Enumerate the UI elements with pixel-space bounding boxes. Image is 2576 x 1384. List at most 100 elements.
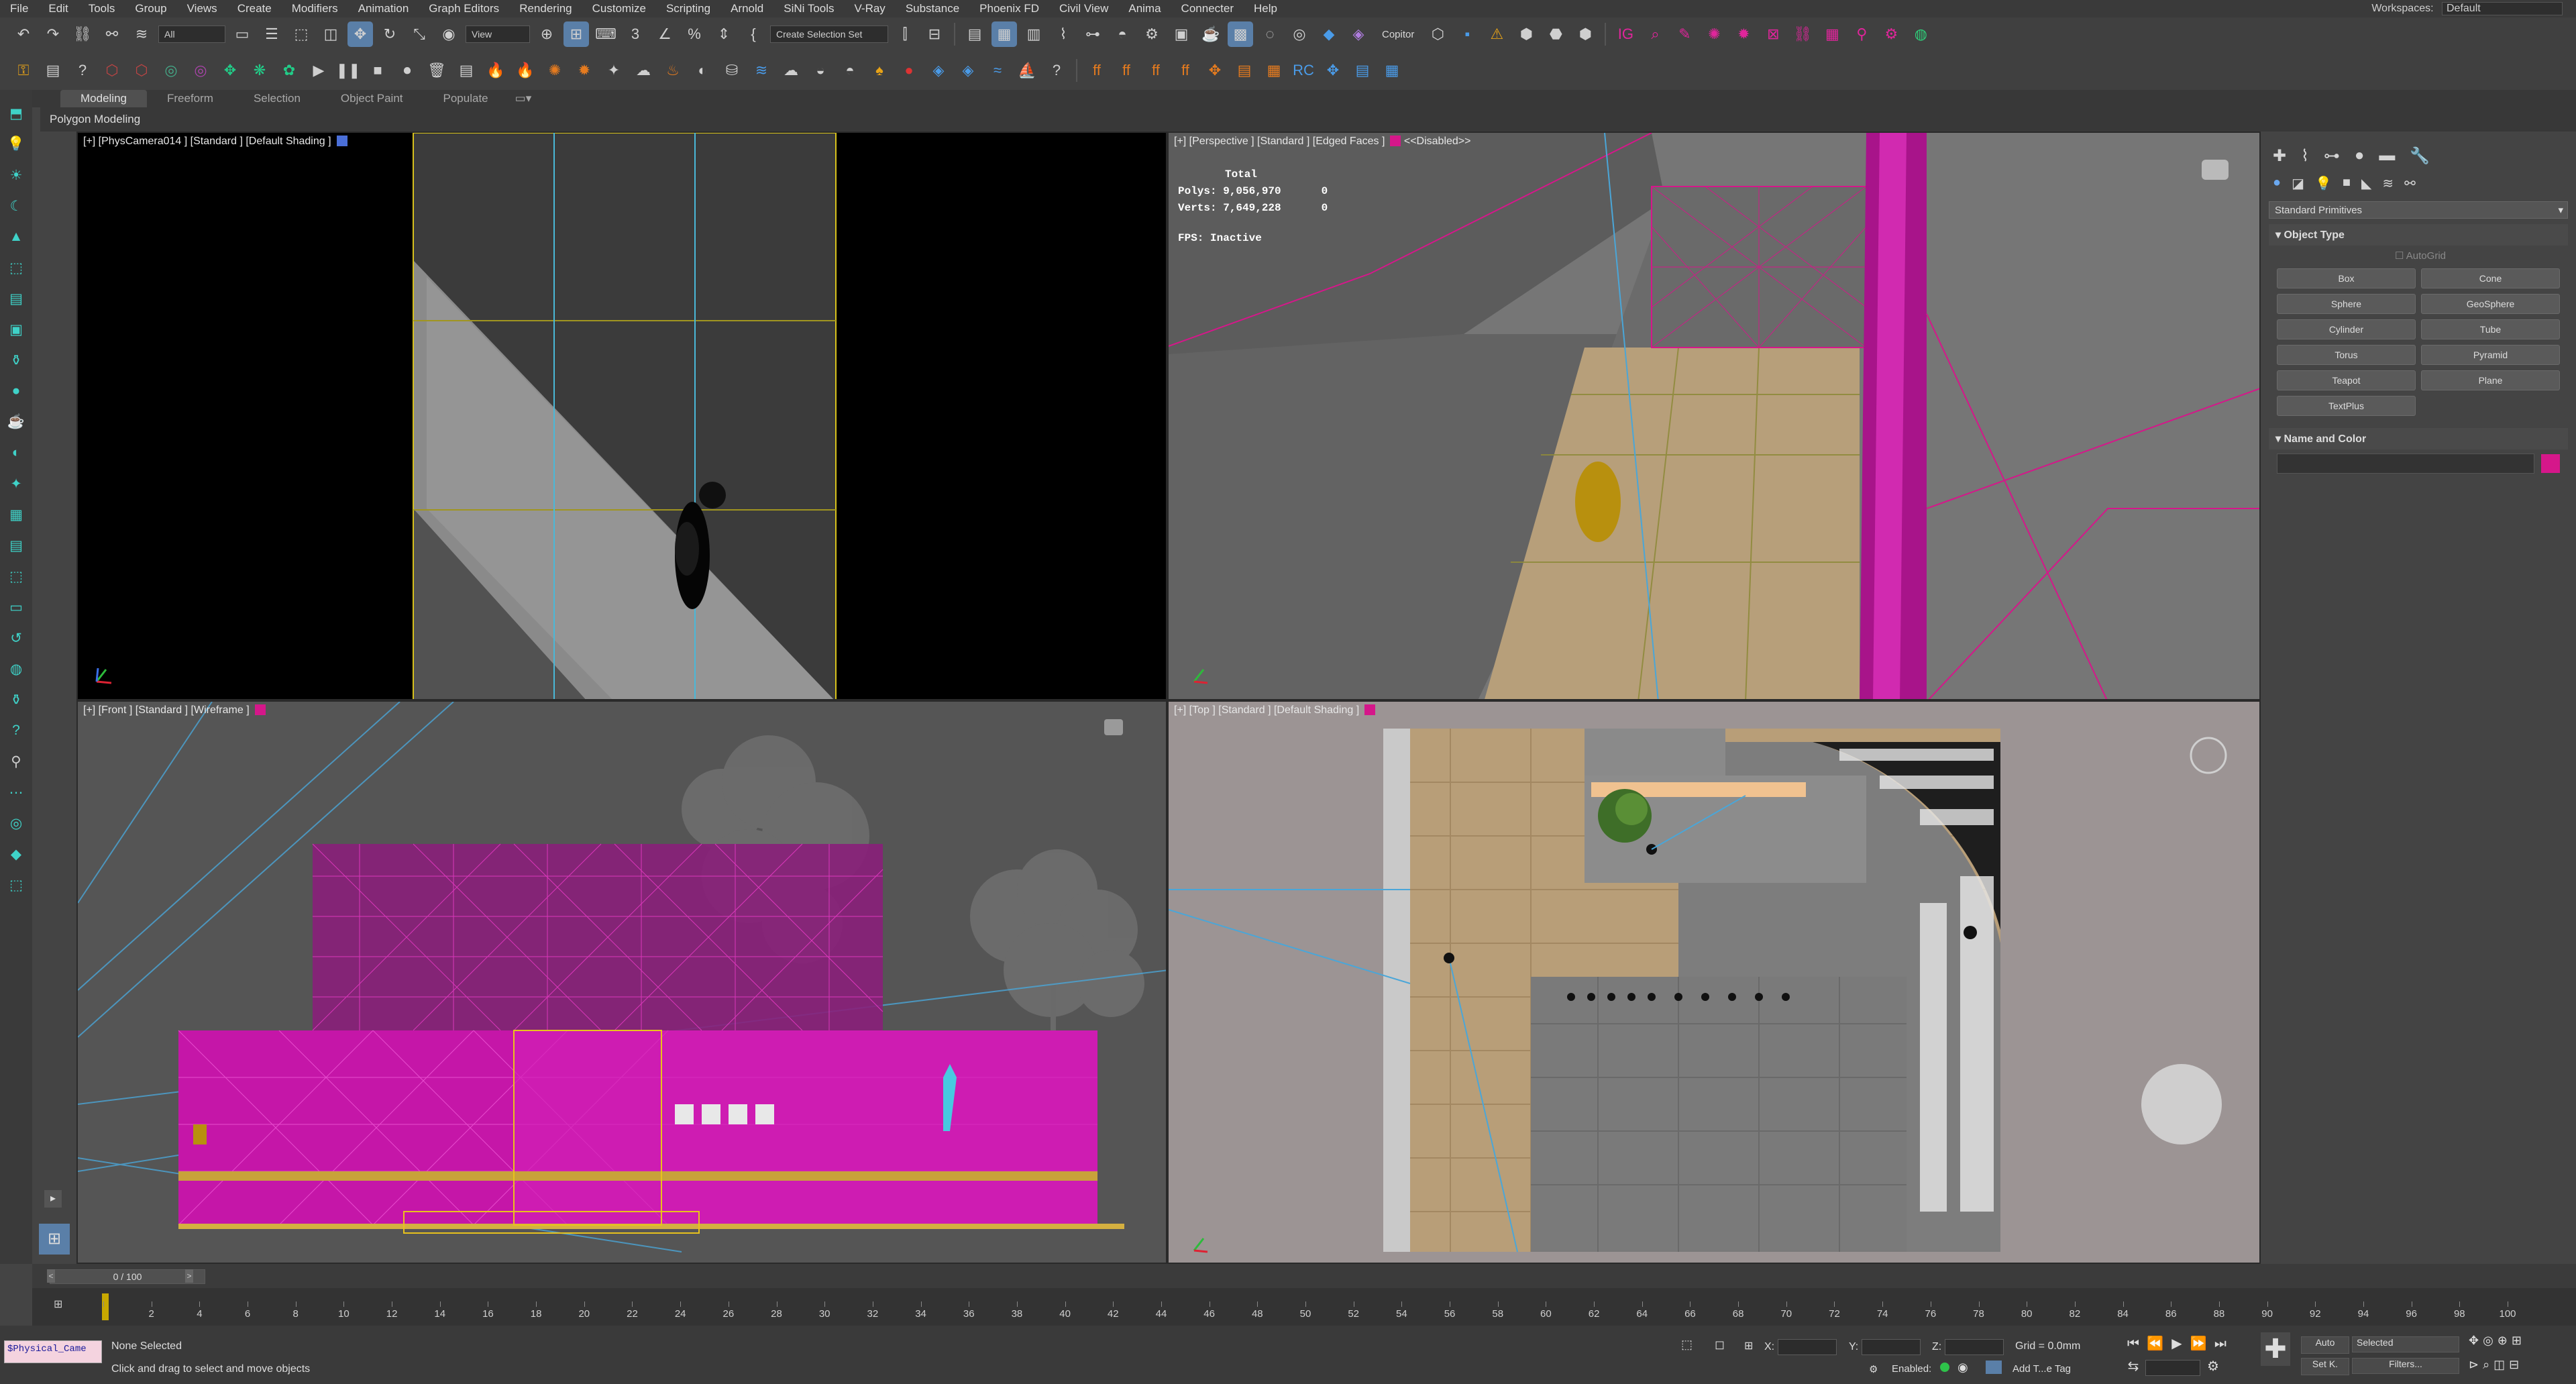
add-time-tag[interactable]: Add T...e Tag [2012, 1363, 2071, 1375]
ig-gear-icon[interactable]: ✹ [1731, 21, 1756, 47]
drop-2-icon[interactable]: ◈ [955, 58, 981, 83]
loop-icon[interactable]: ↺ [4, 625, 28, 651]
render-active-icon[interactable]: ▩ [1228, 21, 1253, 47]
track-bar[interactable]: ⊞ 2 4 6 8 10 12 14 16 18 20 22 24 26 28 30 32 34 36 38 40 42… [32, 1288, 2576, 1326]
ig-link-icon[interactable]: ⛓ [1790, 21, 1815, 47]
undo-icon[interactable]: ↶ [11, 21, 36, 47]
pivot-center-icon[interactable]: ⊕ [534, 21, 559, 47]
rc-grid-icon[interactable]: ▦ [1379, 58, 1405, 83]
red-dot-icon[interactable]: ● [896, 58, 922, 83]
grid-icon[interactable]: ▦ [4, 502, 28, 527]
render-setup-icon[interactable]: ⚙ [1139, 21, 1165, 47]
toggle-ribbon-icon[interactable]: ▥ [1021, 21, 1046, 47]
copitor-copy-icon[interactable]: ⬡ [1425, 21, 1450, 47]
bottle-2-icon[interactable]: ⚱ [4, 687, 28, 712]
menu-tools[interactable]: Tools [78, 2, 125, 15]
time-slider[interactable]: 0 / 100 [50, 1269, 205, 1284]
menu-help[interactable]: Help [1244, 2, 1287, 15]
torch-icon[interactable]: ♠ [867, 58, 892, 83]
ig-scatter-icon[interactable]: ✺ [1701, 21, 1727, 47]
display-tab-icon[interactable]: ▬ [2379, 146, 2395, 166]
pin-icon[interactable]: ⚲ [4, 749, 28, 774]
rc-list-icon[interactable]: ▤ [1350, 58, 1375, 83]
diamond-icon[interactable]: ◆ [4, 841, 28, 867]
grass-icon[interactable]: ❋ [247, 58, 272, 83]
menu-substance[interactable]: Substance [896, 2, 969, 15]
save-icon[interactable]: ▣ [4, 317, 28, 342]
ig-search-icon[interactable]: ⌕ [1642, 21, 1668, 47]
viewport-top[interactable]: [+] [Top ] [Standard ] [Default Shading … [1167, 700, 2261, 1264]
workspace-dropdown[interactable]: Default [2442, 2, 2563, 15]
tab-object-paint[interactable]: Object Paint [321, 90, 423, 107]
teapot-icon[interactable]: ☕ [4, 409, 28, 435]
modify-tab-icon[interactable]: ⌇ [2301, 146, 2309, 166]
utilities-tab-icon[interactable]: 🔧 [2410, 146, 2430, 166]
polygon-modeling-label[interactable]: Polygon Modeling [50, 113, 140, 126]
hex-tool-3-icon[interactable]: ⬢ [1572, 21, 1598, 47]
light-icon[interactable]: 💡 [4, 131, 28, 157]
copitor-paste-icon[interactable]: ▪ [1454, 21, 1480, 47]
render-production-icon[interactable]: ☕ [1198, 21, 1224, 47]
flame-icon[interactable]: ♨ [660, 58, 686, 83]
ig-frame-icon[interactable]: ⊠ [1760, 21, 1786, 47]
object-type-rollout[interactable]: ▾ Object Type [2269, 224, 2568, 246]
sphere-icon[interactable]: ◐ [690, 58, 715, 83]
viewport-perspective[interactable]: [+] [Perspective ] [Standard ] [Edged Fa… [1167, 131, 2261, 700]
moon-icon[interactable]: ☾ [4, 193, 28, 219]
vray-icon[interactable]: ◆ [1316, 21, 1342, 47]
render-cloud-icon[interactable]: ◎ [1287, 21, 1312, 47]
menu-create[interactable]: Create [227, 2, 282, 15]
fire-icon[interactable]: 🔥 [483, 58, 508, 83]
ff-2-icon[interactable]: ff [1114, 58, 1139, 83]
window-crossing-icon[interactable]: ◫ [318, 21, 343, 47]
y-field[interactable] [1861, 1339, 1921, 1355]
play-animation-icon[interactable]: ▶ [2167, 1335, 2186, 1352]
trash-icon[interactable]: 🗑 [424, 58, 449, 83]
hierarchy-tab-icon[interactable]: ⊶ [2324, 146, 2340, 166]
autogrid-checkbox[interactable]: ☐ AutoGrid [2261, 246, 2576, 266]
selection-filter-dropdown[interactable]: All [158, 25, 225, 43]
fingerprint-icon[interactable]: ◍ [1908, 21, 1933, 47]
motion-tab-icon[interactable]: ● [2355, 146, 2365, 166]
next-frame-icon[interactable]: ⏩ [2189, 1335, 2208, 1352]
menu-file[interactable]: File [0, 2, 38, 15]
plant-icon[interactable]: ✿ [276, 58, 302, 83]
angle-snap-icon[interactable]: ∠ [652, 21, 678, 47]
redo-icon[interactable]: ↷ [40, 21, 66, 47]
torus-button[interactable]: Torus [2277, 345, 2416, 365]
create-icon[interactable]: ⬒ [4, 101, 28, 126]
x-field[interactable] [1777, 1339, 1837, 1355]
keyboard-shortcut-icon[interactable]: ⌨ [593, 21, 619, 47]
ref-coord-dropdown[interactable]: View [466, 25, 530, 43]
menu-scripting[interactable]: Scripting [656, 2, 720, 15]
geosphere-button[interactable]: GeoSphere [2421, 294, 2560, 314]
set-key-icon[interactable]: ✚ [2261, 1332, 2290, 1366]
tab-selection[interactable]: Selection [233, 90, 321, 107]
copitor-label[interactable]: Copitor [1382, 29, 1414, 40]
select-rotate-icon[interactable]: ↻ [377, 21, 402, 47]
scatter-icon[interactable]: ◎ [158, 58, 184, 83]
auto-key-button[interactable]: Auto [2301, 1336, 2349, 1354]
smoke-icon[interactable]: ◓ [837, 58, 863, 83]
viewport-perspective-label[interactable]: [+] [Perspective ] [Standard ] [Edged Fa… [1174, 136, 1470, 148]
fire-3-icon[interactable]: ✺ [542, 58, 568, 83]
ribbon-options-icon[interactable]: ▭▾ [508, 90, 539, 107]
viewport-front-label[interactable]: [+] [Front ] [Standard ] [Wireframe ] [83, 704, 266, 716]
drop-icon[interactable]: ◈ [926, 58, 951, 83]
lock-selection-icon[interactable]: ◻ [1715, 1338, 1725, 1352]
schematic-view-icon[interactable]: ⊶ [1080, 21, 1106, 47]
isolate-icon[interactable]: ⬚ [1681, 1338, 1693, 1352]
pfx-icon[interactable]: ✦ [601, 58, 627, 83]
tag-icon[interactable] [1986, 1361, 2002, 1374]
key-filters-button[interactable]: Filters... [2352, 1358, 2459, 1374]
ig-settings-icon[interactable]: ⚙ [1878, 21, 1904, 47]
cameras-icon[interactable]: ■ [2343, 175, 2351, 192]
prev-frame-icon[interactable]: ⏪ [2145, 1335, 2164, 1352]
scene-explorer-icon[interactable]: ▤ [962, 21, 987, 47]
frame-select-icon[interactable]: ⬚ [4, 872, 28, 898]
curve-toggle-icon[interactable]: ⊞ [54, 1297, 62, 1311]
bottle-icon[interactable]: ⚱ [4, 348, 28, 373]
hex-tool-icon[interactable]: ⬢ [1513, 21, 1539, 47]
menu-phoenix-fd[interactable]: Phoenix FD [969, 2, 1049, 15]
help-tool-icon[interactable]: ? [4, 718, 28, 743]
